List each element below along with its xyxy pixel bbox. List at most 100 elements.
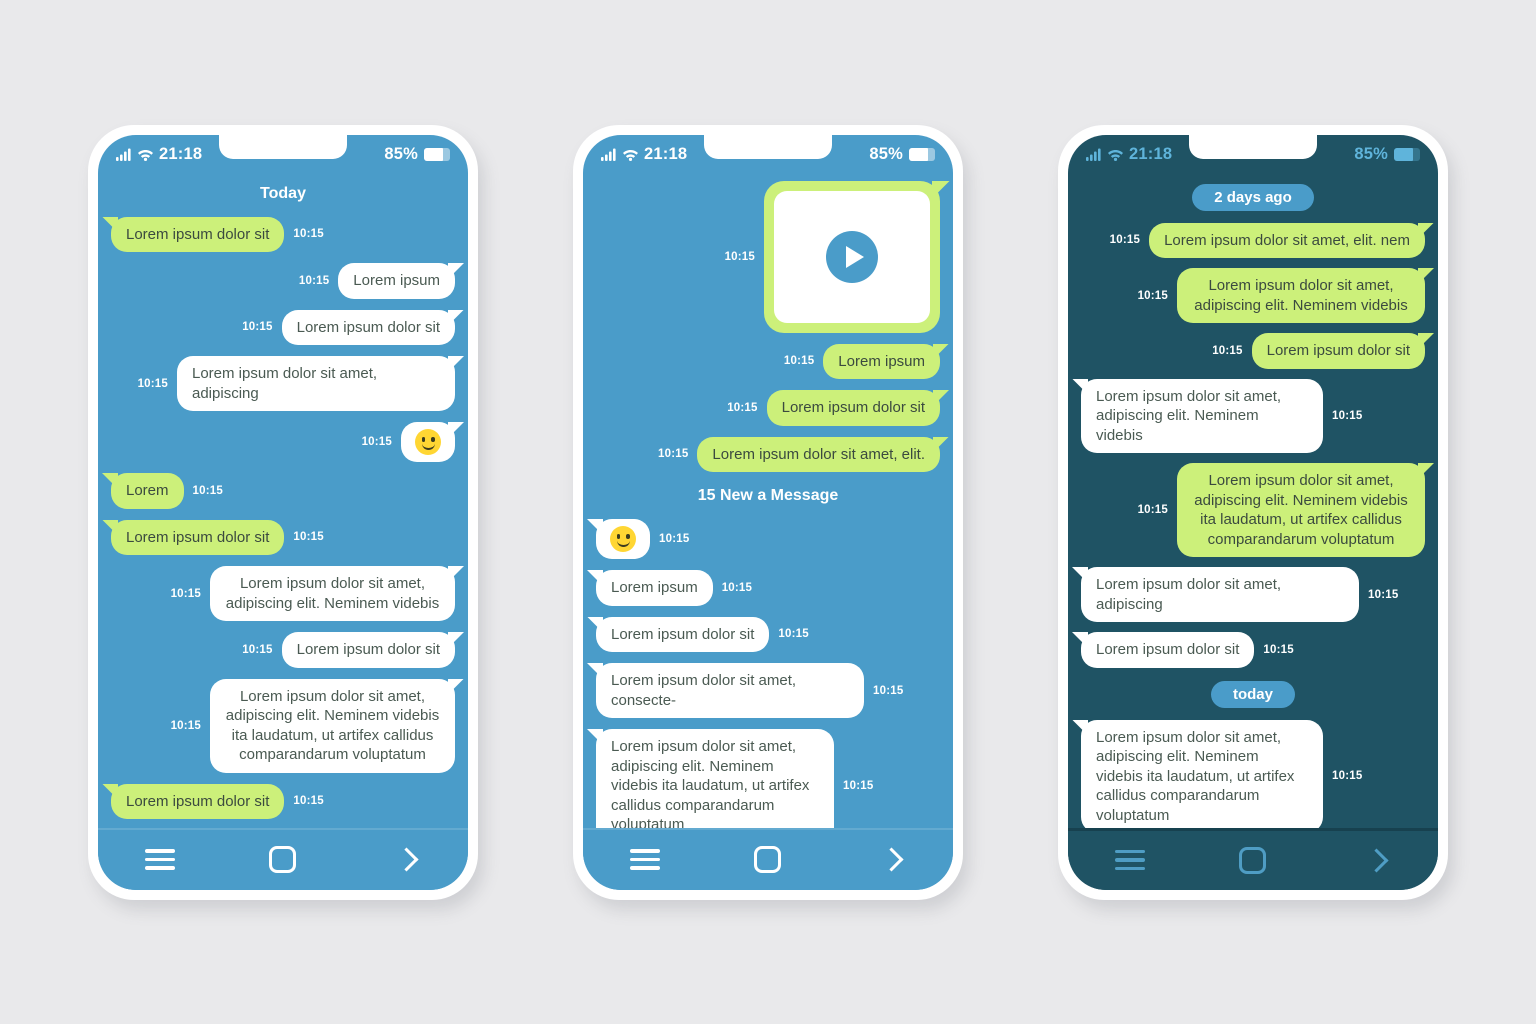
phone-2-chat: 10:15 10:15 Lorem ipsum 10:15 Lorem ipsu… <box>583 175 953 828</box>
new-message-divider: 15 New a Message <box>697 487 839 504</box>
message-row[interactable]: Lorem ipsum dolor sit amet, adipiscing e… <box>1081 378 1425 453</box>
message-bubble[interactable]: Lorem ipsum dolor sit amet, elit. <box>697 436 940 472</box>
message-bubble[interactable]: Lorem ipsum dolor sit <box>766 390 940 426</box>
message-bubble[interactable]: Lorem ipsum <box>596 570 713 606</box>
send-button[interactable] <box>376 838 436 882</box>
message-row[interactable]: Lorem ipsum dolor sit 10:15 <box>111 519 455 555</box>
message-row[interactable]: 10:15 Lorem ipsum dolor sit <box>111 632 455 668</box>
message-bubble[interactable]: Lorem ipsum dolor sit <box>111 216 285 252</box>
message-row[interactable]: Lorem ipsum dolor sit amet, adipiscing e… <box>596 729 940 828</box>
hamburger-menu-icon <box>629 844 660 874</box>
message-bubble[interactable]: Lorem ipsum <box>338 263 455 299</box>
phone-2: 21:18 85% 10:15 10:15 Lorem ipsum 10:15 … <box>573 124 963 900</box>
message-time: 10:15 <box>724 250 755 263</box>
message-bubble[interactable]: Lorem ipsum dolor sit amet, adipiscing e… <box>1081 719 1323 828</box>
phone-1-screen: 21:18 85% Today Lorem ipsum dolor sit 10… <box>98 134 468 890</box>
message-row[interactable]: 10:15 Lorem ipsum dolor sit <box>1081 333 1425 369</box>
home-button[interactable] <box>1223 838 1283 882</box>
message-row[interactable]: 10:15 Lorem ipsum dolor sit <box>596 390 940 426</box>
home-square-icon <box>1239 846 1267 874</box>
message-time: 10:15 <box>727 401 758 414</box>
message-row[interactable]: Lorem ipsum dolor sit amet, consecte- 10… <box>596 663 940 718</box>
message-time: 10:15 <box>192 484 223 497</box>
message-time: 10:15 <box>843 779 874 792</box>
home-button[interactable] <box>738 838 798 882</box>
battery-percent: 85% <box>384 145 418 163</box>
menu-button[interactable] <box>130 838 190 882</box>
message-row[interactable]: 10:15 Lorem ipsum dolor sit amet, adipis… <box>111 678 455 773</box>
message-bubble[interactable]: Lorem ipsum dolor sit amet, adipiscing e… <box>210 678 455 773</box>
message-bubble[interactable]: Lorem ipsum dolor sit amet, elit. nem <box>1149 222 1425 258</box>
video-message-bubble[interactable] <box>764 180 940 333</box>
message-time: 10:15 <box>1137 289 1168 302</box>
wifi-icon <box>1108 150 1123 161</box>
message-row[interactable]: 10:15 <box>111 422 455 462</box>
home-button[interactable] <box>253 838 313 882</box>
message-time: 10:15 <box>1368 588 1399 601</box>
message-row[interactable]: Lorem ipsum dolor sit 10:15 <box>596 616 940 652</box>
emoji-message-bubble[interactable] <box>401 422 455 462</box>
send-chevron-icon <box>1364 847 1389 873</box>
battery-icon <box>1394 148 1420 161</box>
phone-1-chat: Today Lorem ipsum dolor sit 10:15 10:15 … <box>98 175 468 828</box>
message-row[interactable]: 10:15 Lorem ipsum dolor sit amet, elit. <box>596 436 940 472</box>
message-row[interactable]: Lorem 10:15 <box>111 473 455 509</box>
message-bubble[interactable]: Lorem ipsum dolor sit <box>596 616 770 652</box>
message-bubble[interactable]: Lorem <box>111 473 184 509</box>
message-time: 10:15 <box>137 377 168 390</box>
smiley-face-icon <box>415 429 441 455</box>
message-bubble[interactable]: Lorem ipsum dolor sit amet, adipiscing e… <box>1081 378 1323 453</box>
send-button[interactable] <box>1346 838 1406 882</box>
message-bubble[interactable]: Lorem ipsum dolor sit <box>111 519 285 555</box>
message-row[interactable]: 10:15 Lorem ipsum dolor sit amet, adipis… <box>1081 268 1425 323</box>
message-row[interactable]: 10:15 Lorem ipsum dolor sit amet, elit. … <box>1081 222 1425 258</box>
message-time: 10:15 <box>242 643 273 656</box>
message-row[interactable]: 10:15 Lorem ipsum <box>596 343 940 379</box>
notch <box>704 134 832 159</box>
message-bubble[interactable]: Lorem ipsum dolor sit <box>111 783 285 819</box>
menu-button[interactable] <box>1100 838 1160 882</box>
phone-3-screen: 21:18 85% 2 days ago 10:15 Lorem ipsum d… <box>1068 134 1438 890</box>
phone-3-chat: 2 days ago 10:15 Lorem ipsum dolor sit a… <box>1068 175 1438 828</box>
message-time: 10:15 <box>170 719 201 732</box>
message-bubble[interactable]: Lorem ipsum dolor sit amet, adipiscing e… <box>596 729 834 828</box>
message-row[interactable]: 10:15 Lorem ipsum dolor sit <box>111 309 455 345</box>
video-message-row[interactable]: 10:15 <box>596 180 940 333</box>
message-row[interactable]: 10:15 Lorem ipsum dolor sit amet, adipis… <box>111 356 455 411</box>
day-pill-2-days-ago: 2 days ago <box>1192 183 1314 211</box>
message-row[interactable]: Lorem ipsum dolor sit amet, adipiscing 1… <box>1081 567 1425 622</box>
message-row[interactable]: Lorem ipsum 10:15 <box>596 570 940 606</box>
message-time: 10:15 <box>658 448 689 461</box>
message-bubble[interactable]: Lorem ipsum dolor sit amet, adipiscing <box>177 356 455 411</box>
emoji-message-bubble[interactable] <box>596 519 650 559</box>
message-row[interactable]: 10:15 Lorem ipsum <box>111 263 455 299</box>
message-row[interactable]: 10:15 <box>596 519 940 559</box>
message-bubble[interactable]: Lorem ipsum dolor sit <box>1251 333 1425 369</box>
message-bubble[interactable]: Lorem ipsum dolor sit amet, consecte- <box>596 663 864 718</box>
message-bubble[interactable]: Lorem ipsum <box>823 343 940 379</box>
message-bubble[interactable]: Lorem ipsum dolor sit amet, adipiscing e… <box>1177 463 1425 557</box>
phone-3: 21:18 85% 2 days ago 10:15 Lorem ipsum d… <box>1058 124 1448 900</box>
message-time: 10:15 <box>361 436 392 448</box>
play-button-icon[interactable] <box>826 230 878 283</box>
message-bubble[interactable]: Lorem ipsum dolor sit amet, adipiscing <box>1081 567 1359 622</box>
message-row[interactable]: 10:15 Lorem ipsum dolor sit amet, adipis… <box>111 566 455 621</box>
message-row[interactable]: Lorem ipsum dolor sit amet, adipiscing e… <box>1081 719 1425 828</box>
send-button[interactable] <box>861 838 921 882</box>
message-row[interactable]: 10:15 Lorem ipsum dolor sit amet, adipis… <box>1081 463 1425 557</box>
message-row[interactable]: Lorem ipsum dolor sit 10:15 <box>1081 632 1425 668</box>
message-time: 10:15 <box>873 684 904 697</box>
message-time: 10:15 <box>721 581 753 594</box>
phone-2-screen: 21:18 85% 10:15 10:15 Lorem ipsum 10:15 … <box>583 134 953 890</box>
status-time: 21:18 <box>159 145 203 163</box>
menu-button[interactable] <box>615 838 675 882</box>
message-bubble[interactable]: Lorem ipsum dolor sit <box>281 309 455 345</box>
message-bubble[interactable]: Lorem ipsum dolor sit <box>281 632 455 668</box>
bottom-navigation-bar <box>583 827 953 890</box>
message-bubble[interactable]: Lorem ipsum dolor sit amet, adipiscing e… <box>210 566 455 621</box>
message-bubble[interactable]: Lorem ipsum dolor sit amet, adipiscing e… <box>1177 268 1425 323</box>
message-row[interactable]: Lorem ipsum dolor sit 10:15 <box>111 783 455 819</box>
message-bubble[interactable]: Lorem ipsum dolor sit <box>1081 632 1255 668</box>
day-pill-today: today <box>1210 680 1295 708</box>
message-row[interactable]: Lorem ipsum dolor sit 10:15 <box>111 216 455 252</box>
